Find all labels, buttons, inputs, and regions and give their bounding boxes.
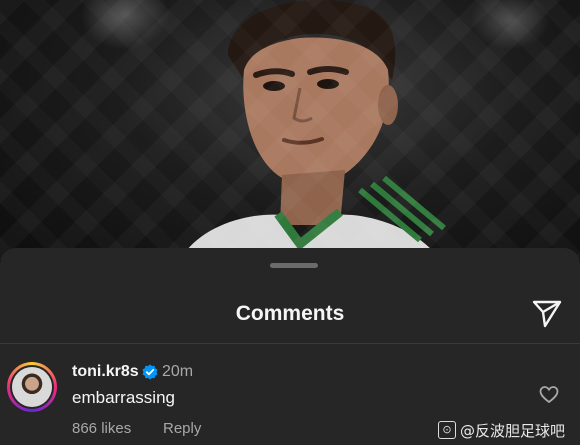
comment-likes-count[interactable]: 866 likes bbox=[72, 420, 131, 437]
avatar[interactable] bbox=[7, 362, 57, 412]
watermark: ⊙ @反波胆足球吧 bbox=[438, 420, 565, 440]
sheet-title: Comments bbox=[235, 302, 345, 325]
watermark-logo-icon: ⊙ bbox=[438, 421, 456, 439]
watermark-text: @反波胆足球吧 bbox=[460, 421, 566, 440]
comments-sheet: Comments toni.kr8s 20m embarrassing 866 … bbox=[0, 248, 580, 445]
sheet-divider bbox=[0, 343, 580, 344]
like-heart-icon[interactable] bbox=[539, 385, 559, 405]
comment-timestamp: 20m bbox=[162, 363, 194, 380]
post-photo-background bbox=[0, 0, 580, 260]
stadium-light-left bbox=[80, 0, 170, 50]
stadium-light-right bbox=[470, 0, 550, 50]
avatar-image bbox=[12, 367, 52, 407]
comment-text: embarrassing bbox=[72, 388, 175, 407]
sheet-drag-handle[interactable] bbox=[270, 263, 318, 268]
verified-badge-icon bbox=[142, 364, 158, 380]
reply-button[interactable]: Reply bbox=[163, 420, 201, 437]
share-send-icon[interactable] bbox=[530, 296, 564, 330]
comment-username[interactable]: toni.kr8s bbox=[72, 363, 139, 381]
